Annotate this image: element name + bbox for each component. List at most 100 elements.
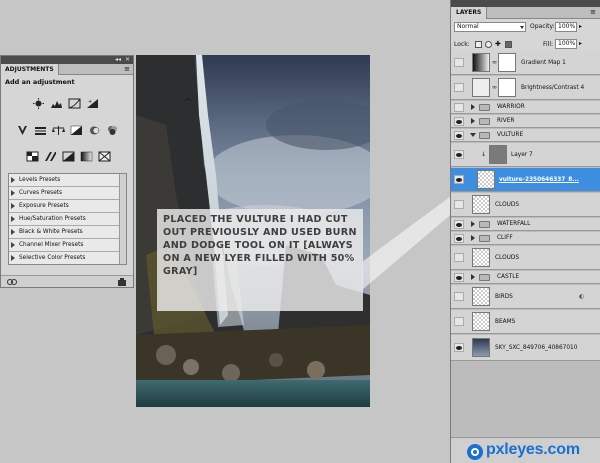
lock-image-icon[interactable] [485,41,492,48]
preset-item[interactable]: Curves Presets [9,187,126,200]
lock-position-icon[interactable]: ✚ [495,41,502,48]
eye-icon[interactable] [454,343,464,352]
layer-row[interactable]: SKY_SXC_849706_40867010 [451,335,600,361]
tab-adjustments[interactable]: ADJUSTMENTS [1,64,59,75]
layer-thumbnail[interactable] [472,287,490,306]
layer-group-row[interactable]: CLIFF [451,232,600,245]
expand-arrow-icon[interactable] [11,242,15,248]
layer-name: SKY_SXC_849706_40867010 [495,345,578,351]
layer-effects-icon[interactable]: ◐ [579,293,584,300]
preset-item[interactable]: Selective Color Presets [9,252,126,264]
presets-scrollbar[interactable] [119,174,126,264]
hue-saturation-icon[interactable] [33,124,48,136]
layer-group-row[interactable]: RIVER [451,115,600,128]
layer-group-row[interactable]: VULTURE [451,129,600,142]
expand-arrow-icon[interactable] [11,190,15,196]
eye-icon[interactable] [454,273,464,282]
opacity-input[interactable]: 100% [555,22,577,32]
visibility-toggle[interactable] [454,292,464,301]
reset-icon[interactable] [117,278,127,286]
curves-icon[interactable] [67,97,82,109]
collapse-arrow-icon[interactable] [470,133,476,137]
callout-text: PLACED THE VULTURE I HAD CUT OUT PREVIOU… [163,214,357,277]
layer-group-row[interactable]: WARRIOR [451,101,600,114]
layer-row[interactable]: ∞ Gradient Map 1 [451,51,600,75]
layer-thumbnail[interactable] [489,145,507,164]
layer-thumbnail[interactable] [472,338,490,357]
invert-icon[interactable] [25,150,40,162]
layer-row[interactable]: ∞ Brightness/Contrast 4 [451,76,600,100]
levels-icon[interactable] [49,97,64,109]
fill-value: 100% [558,40,576,47]
panel-title-strip[interactable] [451,0,600,7]
layer-row[interactable]: CLOUDS [451,246,600,270]
preset-item[interactable]: Black & White Presets [9,226,126,239]
layer-row[interactable]: BIRDS ◐ [451,285,600,309]
preset-item[interactable]: Hue/Saturation Presets [9,213,126,226]
layer-mask-thumbnail[interactable] [498,53,516,72]
layer-row[interactable]: ↓ Layer 7 [451,143,600,167]
expand-arrow-icon[interactable] [11,216,15,222]
eye-icon[interactable] [454,220,464,229]
gradient-map-icon[interactable] [79,150,94,162]
layer-mask-thumbnail[interactable] [498,78,516,97]
panel-menu-icon[interactable]: ≡ [590,8,596,16]
channel-mixer-icon[interactable] [105,124,120,136]
watermark: pxleyes.com [466,441,600,463]
layer-row[interactable]: BEAMS [451,310,600,334]
layer-row-selected[interactable]: vulture-2350646337_8... [451,168,600,192]
visibility-toggle[interactable] [454,58,464,67]
visibility-toggle[interactable] [454,83,464,92]
layer-thumbnail[interactable] [472,312,490,331]
blend-mode-select[interactable]: Normal [454,22,526,32]
color-balance-icon[interactable] [51,124,66,136]
expand-arrow-icon[interactable] [471,274,475,280]
preset-item[interactable]: Exposure Presets [9,200,126,213]
panel-title-strip[interactable]: ◂◂ ✕ [1,56,133,64]
layer-thumbnail[interactable] [472,195,490,214]
lock-transparent-icon[interactable] [475,41,482,48]
eye-icon[interactable] [454,117,464,126]
expand-arrow-icon[interactable] [471,235,475,241]
vibrance-icon[interactable] [15,124,30,136]
layer-thumbnail[interactable] [472,248,490,267]
preset-item[interactable]: Levels Presets [9,174,126,187]
preset-item[interactable]: Channel Mixer Presets [9,239,126,252]
photo-filter-icon[interactable] [87,124,102,136]
eye-icon[interactable] [454,150,464,159]
collapse-icon[interactable]: ◂◂ [115,56,121,64]
clip-to-layer-icon[interactable] [7,278,17,286]
black-white-icon[interactable] [69,124,84,136]
tab-layers[interactable]: LAYERS [451,7,488,19]
expand-arrow-icon[interactable] [11,255,15,261]
threshold-icon[interactable] [61,150,76,162]
expand-arrow-icon[interactable] [471,104,475,110]
eye-icon[interactable] [454,234,464,243]
fill-slider-arrow-icon[interactable]: ▸ [579,40,582,47]
eye-icon[interactable] [454,175,464,184]
panel-menu-icon[interactable]: ≡ [124,65,130,74]
expand-arrow-icon[interactable] [11,203,15,209]
selective-color-icon[interactable] [97,150,112,162]
exposure-icon[interactable]: + [85,97,100,109]
close-icon[interactable]: ✕ [125,56,130,64]
brightness-contrast-icon[interactable] [31,97,46,109]
folder-icon [479,235,490,242]
eye-icon[interactable] [454,131,464,140]
expand-arrow-icon[interactable] [471,118,475,124]
layer-thumbnail[interactable] [477,170,495,189]
opacity-slider-arrow-icon[interactable]: ▸ [579,23,582,30]
layer-group-row[interactable]: CASTLE [451,271,600,284]
fill-input[interactable]: 100% [555,39,577,49]
layer-row[interactable]: CLOUDS [451,193,600,217]
lock-all-icon[interactable] [505,41,512,48]
visibility-toggle[interactable] [454,103,464,112]
visibility-toggle[interactable] [454,200,464,209]
layer-group-row[interactable]: WATERFALL [451,218,600,231]
expand-arrow-icon[interactable] [11,177,15,183]
expand-arrow-icon[interactable] [471,221,475,227]
expand-arrow-icon[interactable] [11,229,15,235]
visibility-toggle[interactable] [454,317,464,326]
visibility-toggle[interactable] [454,253,464,262]
posterize-icon[interactable] [43,150,58,162]
